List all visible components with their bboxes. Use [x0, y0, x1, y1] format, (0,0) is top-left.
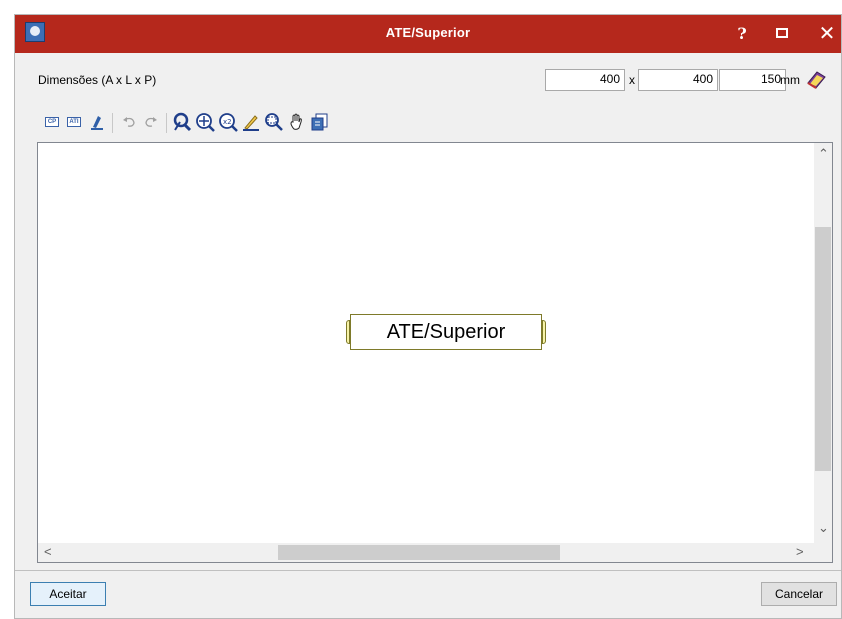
dialog-window: ATE/Superior ? ✕ Dimensões (A x L x P) 4…	[14, 14, 842, 619]
zoom-window-icon[interactable]	[264, 111, 284, 133]
scroll-left-arrow-icon[interactable]: <	[44, 545, 52, 559]
depth-field[interactable]: 150	[719, 69, 786, 91]
scroll-up-arrow-icon[interactable]: ⌃	[818, 147, 829, 161]
scrollbar-corner	[814, 543, 832, 562]
close-button[interactable]: ✕	[812, 20, 842, 46]
height-field[interactable]: 400	[545, 69, 625, 91]
unit-label: mm	[780, 73, 800, 87]
horizontal-scrollbar[interactable]: < >	[38, 543, 814, 562]
footer-divider	[15, 570, 841, 571]
vertical-scroll-thumb[interactable]	[815, 227, 831, 471]
width-field[interactable]: 400	[638, 69, 718, 91]
select-icon[interactable]	[172, 111, 192, 133]
pan-hand-icon[interactable]	[287, 111, 307, 133]
dimensions-label: Dimensões (A x L x P)	[38, 73, 157, 87]
maximize-icon	[776, 28, 788, 38]
svg-text:x2: x2	[223, 118, 232, 126]
export-icon[interactable]	[310, 111, 330, 133]
maximize-button[interactable]	[767, 20, 797, 46]
window-title: ATE/Superior	[385, 25, 471, 40]
help-button[interactable]: ?	[727, 20, 757, 46]
cp-tag-icon[interactable]: CP	[44, 111, 60, 133]
scroll-right-arrow-icon[interactable]: >	[796, 545, 804, 559]
undo-icon[interactable]	[120, 111, 138, 133]
cancel-button[interactable]: Cancelar	[761, 582, 837, 606]
horizontal-scroll-thumb[interactable]	[278, 545, 560, 560]
zoom-x2-icon[interactable]: x2	[218, 111, 238, 133]
ati-tag-icon[interactable]: ATI	[66, 111, 82, 133]
title-bar: ATE/Superior ? ✕	[15, 15, 841, 53]
drawing-toolbar: CP ATI x2	[38, 111, 438, 137]
zoom-extents-icon[interactable]	[195, 111, 215, 133]
dimension-separator: x	[629, 73, 635, 87]
scroll-down-arrow-icon[interactable]: ⌄	[818, 521, 829, 535]
canvas-element-label[interactable]: ATE/Superior	[346, 314, 546, 350]
toolbar-separator	[166, 113, 167, 133]
edit-icon[interactable]	[241, 111, 261, 133]
library-book-icon[interactable]	[805, 69, 827, 89]
vertical-scrollbar[interactable]: ⌃ ⌄	[814, 143, 832, 543]
redo-icon[interactable]	[142, 111, 160, 133]
accept-button[interactable]: Aceitar	[30, 582, 106, 606]
drawing-canvas[interactable]: ATE/Superior ⌃ ⌄ < >	[37, 142, 833, 563]
toolbar-separator	[112, 113, 113, 133]
pen-icon[interactable]	[88, 111, 106, 133]
